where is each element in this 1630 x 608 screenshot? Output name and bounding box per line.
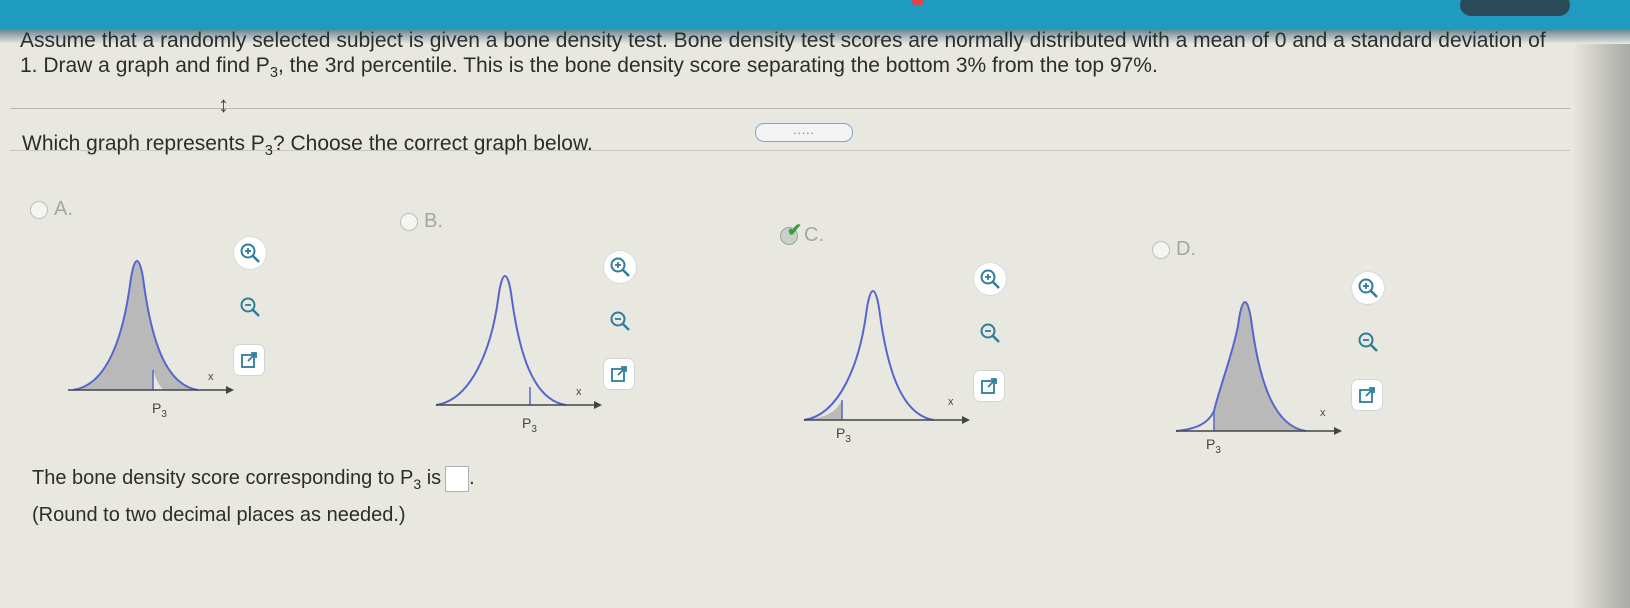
p-sub: 3 xyxy=(531,424,537,435)
option-d[interactable]: D. xyxy=(1152,238,1196,261)
external-link-icon[interactable] xyxy=(1352,380,1382,410)
p3-label: P3 xyxy=(1206,436,1221,456)
radio-button[interactable] xyxy=(400,212,418,231)
zoom-out-icon[interactable] xyxy=(604,305,636,337)
p3-label: P3 xyxy=(836,425,851,445)
axis-label-x: x xyxy=(948,396,954,408)
option-a-tools xyxy=(234,237,274,397)
question-text: Which graph represents P3? Choose the co… xyxy=(22,132,593,160)
p-label: P xyxy=(836,425,845,441)
resize-vertical-icon[interactable]: ↕ xyxy=(218,92,229,118)
axis-label-x: x xyxy=(208,371,214,383)
top-bar-pill xyxy=(1460,0,1570,16)
zoom-in-icon[interactable] xyxy=(974,263,1006,295)
prompt-line-2: 1. Draw a graph and find P3, the 3rd per… xyxy=(20,54,1158,82)
option-d-tools xyxy=(1352,272,1392,432)
option-label: C. xyxy=(804,224,824,246)
expand-more-button[interactable]: ..... xyxy=(755,123,853,142)
problem-statement: Assume that a randomly selected subject … xyxy=(20,28,1580,86)
option-b-tools xyxy=(604,251,644,411)
rounding-note: (Round to two decimal places as needed.) xyxy=(32,504,406,526)
graph-option-c: x P3 xyxy=(803,290,970,445)
checkmark-icon: ✔ xyxy=(787,219,803,240)
graph-option-b: x P3 xyxy=(435,275,602,435)
answer-input[interactable] xyxy=(445,465,470,492)
p-label: P xyxy=(522,415,531,431)
p-label: P xyxy=(152,400,161,416)
divider xyxy=(10,108,1570,109)
top-bar xyxy=(0,0,1630,30)
graph-option-d: x P3 xyxy=(1175,301,1342,456)
zoom-in-icon[interactable] xyxy=(234,237,266,269)
top-bar-red-indicator xyxy=(912,0,924,6)
radio-button[interactable] xyxy=(30,200,48,219)
p-sub: 3 xyxy=(845,434,851,445)
prompt-line-1: Assume that a randomly selected subject … xyxy=(20,29,1546,52)
graph-option-a: x P3 xyxy=(68,260,234,420)
p3-label: P3 xyxy=(152,400,167,420)
external-link-icon[interactable] xyxy=(974,371,1004,401)
right-edge xyxy=(1574,44,1630,608)
radio-button[interactable] xyxy=(1152,240,1170,259)
option-label: B. xyxy=(424,210,443,232)
axis-label-x: x xyxy=(1320,407,1326,419)
option-label: D. xyxy=(1176,238,1196,260)
zoom-out-icon[interactable] xyxy=(234,291,266,323)
radio-button-selected[interactable]: ✔ xyxy=(780,220,802,245)
zoom-out-icon[interactable] xyxy=(974,317,1006,349)
axis-label-x: x xyxy=(576,386,582,398)
option-b[interactable]: B. xyxy=(400,210,443,233)
external-link-icon[interactable] xyxy=(234,345,264,375)
option-c-tools xyxy=(974,263,1014,423)
external-link-icon[interactable] xyxy=(604,359,634,389)
zoom-out-icon[interactable] xyxy=(1352,326,1384,358)
answer-line: The bone density score corresponding to … xyxy=(32,465,475,492)
option-c[interactable]: ✔ C. xyxy=(780,220,824,247)
p-sub: 3 xyxy=(1215,445,1221,456)
p3-label: P3 xyxy=(522,415,537,435)
answer-section: The bone density score corresponding to … xyxy=(32,460,475,528)
zoom-in-icon[interactable] xyxy=(604,251,636,283)
option-label: A. xyxy=(54,198,73,220)
p-sub: 3 xyxy=(161,409,167,420)
p-label: P xyxy=(1206,436,1215,452)
zoom-in-icon[interactable] xyxy=(1352,272,1384,304)
option-a[interactable]: A. xyxy=(30,198,73,221)
